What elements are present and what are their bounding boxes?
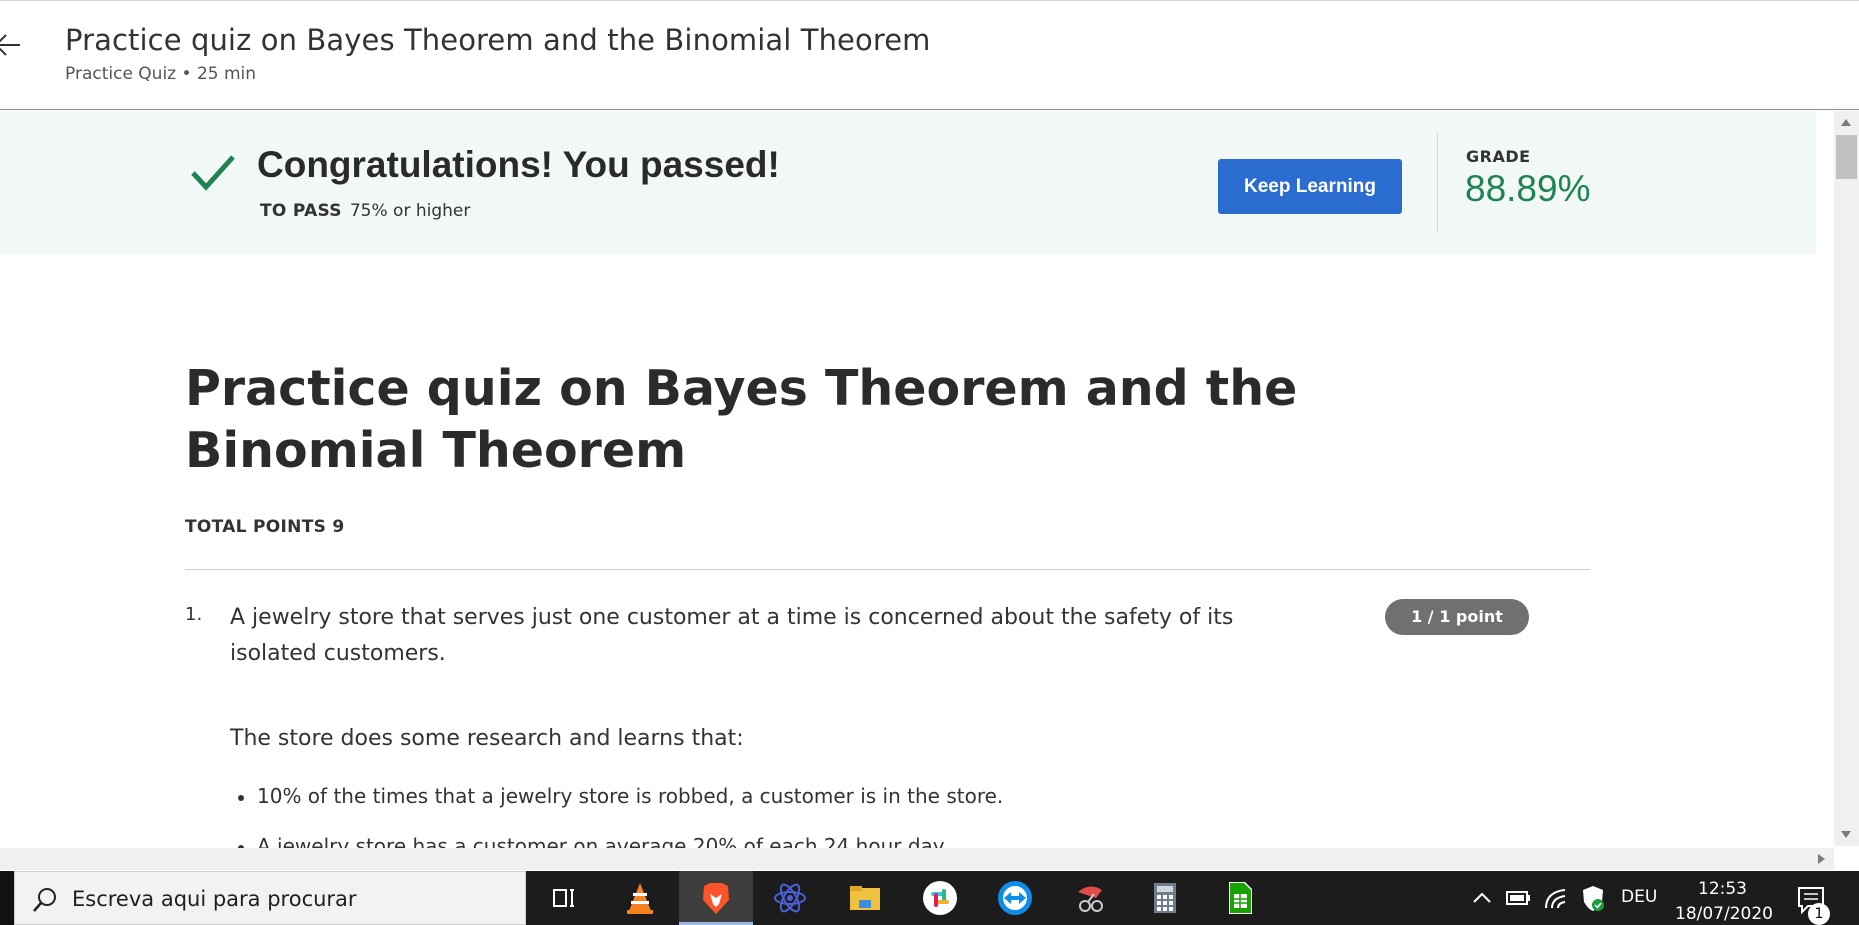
libreoffice-calc-icon[interactable] (1220, 878, 1260, 918)
total-points: TOTAL POINTS 9 (185, 517, 345, 537)
content-divider (185, 569, 1590, 570)
back-arrow-icon[interactable] (0, 31, 22, 59)
atom-icon[interactable] (770, 878, 810, 918)
scroll-down-icon[interactable] (1841, 831, 1851, 838)
start-button[interactable] (0, 871, 14, 925)
snipping-tool-icon[interactable] (1070, 878, 1110, 918)
wifi-icon[interactable] (1543, 878, 1569, 918)
quiz-title: Practice quiz on Bayes Theorem and the B… (185, 360, 1298, 479)
scroll-up-icon[interactable] (1841, 119, 1851, 126)
check-icon (191, 155, 235, 191)
vlc-icon[interactable] (620, 878, 660, 918)
keep-learning-button[interactable]: Keep Learning (1218, 159, 1402, 214)
task-view-icon[interactable] (544, 878, 584, 918)
notification-count-badge: 1 (1808, 903, 1830, 925)
taskbar-search-box[interactable]: Escreva aqui para procurar (14, 871, 526, 925)
windows-taskbar: Escreva aqui para procurar DEU 12:53 18/… (0, 871, 1859, 925)
horizontal-scrollbar[interactable] (0, 848, 1834, 870)
teamviewer-icon[interactable] (995, 878, 1035, 918)
clock-date[interactable]: 18/07/2020 (1675, 904, 1773, 924)
search-icon (33, 888, 56, 912)
search-placeholder: Escreva aqui para procurar (72, 887, 357, 911)
slack-icon[interactable] (920, 878, 960, 918)
list-item: 10% of the times that a jewelry store is… (230, 784, 1003, 834)
brave-icon[interactable] (696, 878, 736, 918)
file-explorer-icon[interactable] (845, 878, 885, 918)
result-banner: Congratulations! You passed! TO PASS 75% … (0, 111, 1816, 254)
to-pass-label: TO PASS (260, 201, 342, 221)
question-paragraph: The store does some research and learns … (230, 726, 744, 751)
scrollbar-thumb[interactable] (1836, 135, 1857, 179)
pass-message: Congratulations! You passed! (257, 144, 780, 185)
pass-requirement: TO PASS 75% or higher (260, 201, 470, 221)
header-subtitle: Practice Quiz • 25 min (65, 64, 257, 84)
vertical-scrollbar[interactable] (1834, 111, 1859, 846)
question-number: 1. (185, 604, 203, 625)
points-badge: 1 / 1 point (1385, 599, 1529, 635)
language-indicator[interactable]: DEU (1621, 887, 1657, 907)
scroll-right-icon[interactable] (1818, 854, 1825, 864)
question-text: A jewelry store that serves just one cus… (230, 605, 1234, 666)
header-title: Practice quiz on Bayes Theorem and the B… (65, 23, 931, 57)
chevron-up-icon[interactable] (1470, 878, 1494, 918)
grade-value: 88.89% (1465, 168, 1591, 209)
calculator-icon[interactable] (1145, 878, 1185, 918)
clock-time[interactable]: 12:53 (1698, 879, 1747, 899)
battery-icon[interactable] (1505, 878, 1531, 918)
banner-divider (1437, 133, 1438, 233)
page-header: Practice quiz on Bayes Theorem and the B… (0, 0, 1859, 110)
grade-label: GRADE (1466, 147, 1531, 166)
security-shield-icon[interactable] (1580, 878, 1606, 918)
to-pass-value: 75% or higher (349, 201, 471, 221)
